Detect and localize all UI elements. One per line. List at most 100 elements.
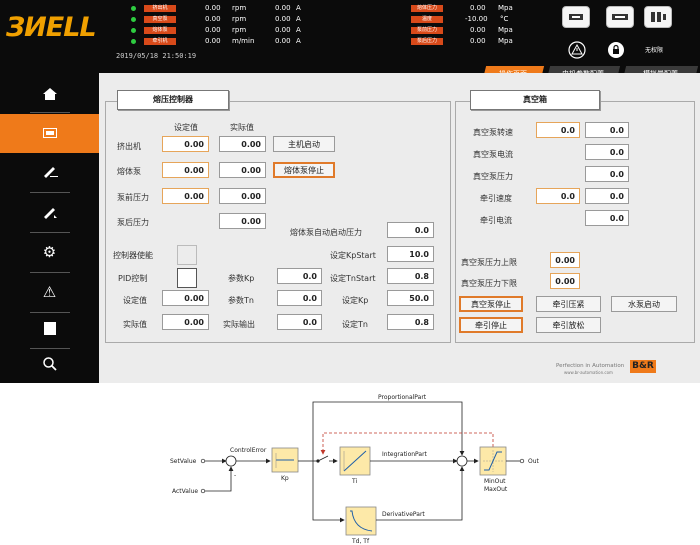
set-kp-label: 设定Kp: [342, 296, 369, 305]
status-unit: Mpa: [498, 37, 513, 45]
derivative-label: DerivativePart: [382, 511, 425, 518]
sidebar-item-screen[interactable]: [0, 114, 99, 153]
param-tn-label: 参数Tn: [228, 296, 254, 305]
set-tn-input[interactable]: 0.8: [387, 314, 434, 330]
pressure-upper-limit-input[interactable]: 0.00: [550, 252, 580, 268]
status-dot: [131, 17, 136, 22]
set-tnstart-label: 设定TnStart: [330, 274, 376, 283]
status-tag: 泵后压力: [411, 38, 443, 45]
sidebar-item-settings[interactable]: ⚙: [0, 233, 99, 272]
status-unit: rpm: [232, 26, 247, 34]
extruder-set-input[interactable]: 0.00: [162, 136, 209, 152]
maxout-label: MaxOut: [484, 486, 508, 493]
home-icon: [42, 88, 57, 100]
document-icon: [43, 322, 56, 335]
status-value: 0.00: [470, 37, 486, 45]
traction-speed-set-input[interactable]: 0.0: [536, 188, 580, 204]
footer-tagline: Perfection in Automation: [556, 363, 625, 369]
vacuum-pump-pressure-label: 真空泵压力: [473, 172, 513, 181]
set-kp-input[interactable]: 50.0: [387, 290, 434, 306]
status-amp: 0.00: [275, 15, 291, 23]
status-value: 0.00: [205, 4, 221, 12]
set-kpstart-input[interactable]: 10.0: [387, 246, 434, 262]
sidebar-item-pen[interactable]: [0, 194, 99, 233]
set-kpstart-label: 设定KpStart: [330, 251, 376, 260]
vacuum-panel-title: 真空箱: [470, 90, 600, 110]
sum-junction: [225, 455, 237, 467]
status-unit: °C: [500, 15, 509, 23]
company-logo: ЗИЕLL: [6, 12, 97, 43]
sidebar-item-document[interactable]: [0, 309, 99, 348]
out-label: Out: [528, 458, 540, 465]
datetime: 2019/05/18 21:50:19: [116, 52, 197, 60]
warning-icon: ⚠: [42, 283, 57, 301]
meltpump-set-input[interactable]: 0.00: [162, 162, 209, 178]
set-tn-label: 设定Tn: [342, 320, 368, 329]
status-value: 0.00: [205, 15, 221, 23]
status-tag: 挤出机: [144, 5, 176, 12]
kp-label: Kp: [281, 475, 289, 482]
controller-enable-label: 控制器使能: [113, 251, 153, 260]
status-value: 0.00: [470, 4, 486, 12]
sidebar-item-search[interactable]: [0, 345, 99, 384]
sidebar-item-edit[interactable]: [0, 153, 99, 192]
main-motor-start-button[interactable]: 主机启动: [273, 136, 335, 152]
pressure-lower-limit-label: 真空泵压力下限: [461, 279, 517, 288]
status-amp: 0.00: [275, 37, 291, 45]
minout-label: MinOut: [484, 478, 506, 485]
actual-output-value: 0.0: [277, 314, 322, 330]
auto-start-pressure-label: 熔体泵自动启动压力: [290, 228, 362, 237]
pressure-lower-limit-input[interactable]: 0.00: [550, 273, 580, 289]
status-tag: 泵前压力: [411, 27, 443, 34]
auto-start-pressure-input[interactable]: 0.0: [387, 222, 434, 238]
status-unit: rpm: [232, 15, 247, 23]
vacuum-pump-current-value: 0.0: [585, 144, 629, 160]
screen-icon: [42, 128, 57, 138]
sidebar-item-home[interactable]: [0, 75, 99, 114]
status-value: 0.00: [205, 37, 221, 45]
status-tag: 熔体泵: [144, 27, 176, 34]
alarm-icon[interactable]: [567, 41, 587, 61]
status-unit: rpm: [232, 4, 247, 12]
meltpump-stop-button[interactable]: 熔体泵停止: [273, 162, 335, 178]
status-tag: 真空泵: [144, 16, 176, 23]
machine-icon[interactable]: [562, 6, 590, 28]
water-pump-start-button[interactable]: 水泵启动: [611, 296, 677, 312]
status-dot: [131, 6, 136, 11]
vacuum-pump-speed-actual: 0.0: [585, 122, 629, 138]
actual-output-label: 实际输出: [223, 320, 255, 329]
traction-stop-button[interactable]: 牵引停止: [459, 317, 523, 333]
footer-url: www.br-automation.com: [564, 370, 613, 375]
lock-icon[interactable]: [607, 41, 625, 61]
controller-enable-checkbox[interactable]: [177, 245, 197, 265]
status-value: 0.00: [205, 26, 221, 34]
status-unit: m/min: [232, 37, 255, 45]
param-kp-value: 0.0: [277, 268, 322, 284]
traction-release-button[interactable]: 牵引放松: [536, 317, 601, 333]
valve-icon[interactable]: [644, 6, 672, 28]
param-kp-label: 参数Kp: [228, 274, 255, 283]
column-header-set: 设定值: [174, 123, 198, 132]
divider: [30, 112, 70, 113]
traction-clamp-button[interactable]: 牵引压紧: [536, 296, 601, 312]
status-amp-unit: A: [296, 4, 301, 12]
status-amp-unit: A: [296, 37, 301, 45]
set-tnstart-input[interactable]: 0.8: [387, 268, 434, 284]
pump-icon[interactable]: [606, 6, 634, 28]
vacuum-pump-speed-set-input[interactable]: 0.0: [536, 122, 580, 138]
pid-control-checkbox[interactable]: [177, 268, 197, 288]
edit-icon: [43, 167, 58, 178]
pre-pressure-set-input[interactable]: 0.00: [162, 188, 209, 204]
status-tag: 温度: [411, 16, 443, 23]
traction-speed-actual: 0.0: [585, 188, 629, 204]
param-tn-value: 0.0: [277, 290, 322, 306]
setpoint-label: 设定值: [123, 296, 147, 305]
control-error-label: ControlError: [230, 447, 267, 454]
vacuum-pump-stop-button[interactable]: 真空泵停止: [459, 296, 523, 312]
minus-sign: -: [234, 472, 236, 479]
status-amp: 0.00: [275, 4, 291, 12]
sidebar-item-alarm[interactable]: ⚠: [0, 273, 99, 312]
actvalue-label: ActValue: [172, 488, 198, 495]
pre-pressure-label: 泵前压力: [117, 193, 149, 202]
melt-panel-title: 熔压控制器: [117, 90, 229, 110]
